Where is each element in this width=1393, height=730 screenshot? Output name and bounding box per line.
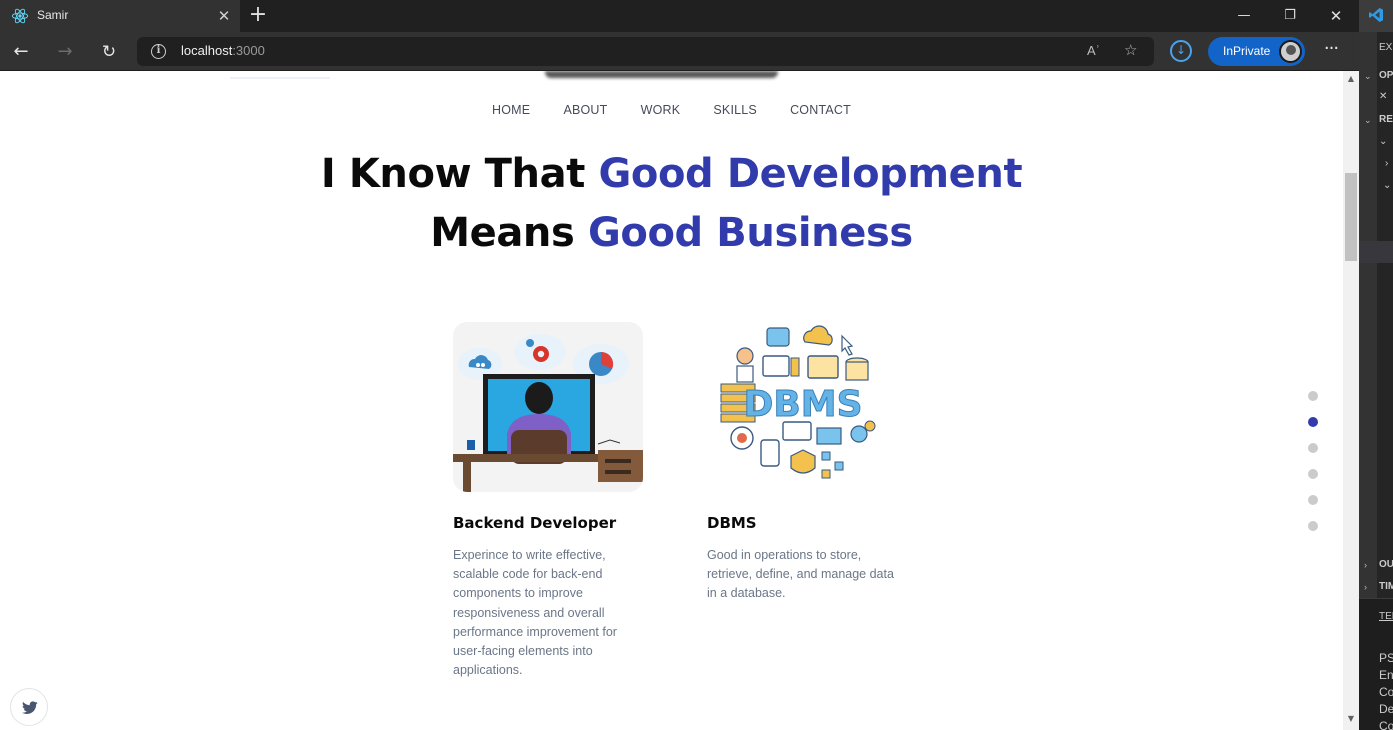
nav-about[interactable]: ABOUT	[563, 103, 607, 117]
site-info-icon[interactable]: i	[151, 44, 166, 59]
chevron-down-icon[interactable]: ⌄	[1364, 71, 1372, 82]
card-title: DBMS	[707, 514, 757, 532]
vscode-timeline[interactable]: TIMELINE	[1379, 581, 1393, 592]
headline-part1: I Know That	[320, 151, 599, 197]
skill-card-backend: Backend Developer Experince to write eff…	[453, 322, 643, 680]
close-tab-icon[interactable]: ✕	[214, 6, 234, 26]
nav-contact[interactable]: CONTACT	[790, 103, 851, 117]
main-nav: HOME ABOUT WORK SKILLS CONTACT	[0, 99, 1343, 118]
chevron-down-icon[interactable]: ⌄	[1383, 180, 1391, 191]
chevron-right-icon[interactable]: ›	[1364, 582, 1367, 592]
url-host: localhost	[181, 43, 233, 58]
forward-icon[interactable]: →	[51, 38, 79, 66]
vscode-selected-row	[1359, 241, 1393, 263]
close-window-icon[interactable]: ✕	[1313, 0, 1359, 32]
section-dot-testimonials[interactable]	[1308, 495, 1318, 505]
url-port: :3000	[232, 43, 265, 58]
headline-highlight-1: Good Development	[598, 151, 1023, 197]
back-icon[interactable]: ←	[7, 38, 35, 66]
tab-title: Samir	[37, 8, 69, 22]
headline-highlight-2: Good Business	[587, 210, 913, 256]
dbms-image: DBMS	[707, 322, 897, 492]
chevron-right-icon[interactable]: ›	[1364, 560, 1367, 570]
vscode-explorer-title: EXPLORER	[1379, 42, 1393, 53]
vscode-project-folder[interactable]: REACT	[1379, 114, 1393, 125]
header-shadow	[545, 71, 778, 78]
download-icon[interactable]: ↓	[1170, 40, 1192, 62]
url-input[interactable]: i localhost:3000 Aʾ ☆	[137, 37, 1154, 66]
section-dot-skills[interactable]	[1308, 469, 1318, 479]
terminal-line: Co	[1379, 719, 1393, 730]
scroll-down-icon[interactable]: ▼	[1346, 714, 1356, 723]
inprivate-button[interactable]: InPrivate	[1208, 37, 1305, 66]
page-scrollbar[interactable]: ▲ ▼	[1343, 71, 1359, 730]
read-aloud-icon[interactable]: Aʾ	[1087, 43, 1100, 58]
browser-tab[interactable]: Samir ✕	[0, 0, 240, 32]
minimize-icon[interactable]: —	[1221, 0, 1267, 32]
terminal-line: De	[1379, 702, 1393, 716]
chevron-right-icon[interactable]: ›	[1385, 158, 1388, 169]
more-options-icon[interactable]: ···	[1318, 38, 1344, 64]
page-headline: I Know That Good Development Means Good …	[0, 145, 1343, 263]
refresh-icon[interactable]: ↻	[95, 38, 123, 66]
inprivate-label: InPrivate	[1223, 44, 1271, 58]
decorative-line	[230, 77, 330, 79]
section-dot-about[interactable]	[1308, 417, 1318, 427]
url-text: localhost:3000	[181, 43, 265, 58]
chevron-down-icon[interactable]: ⌄	[1364, 115, 1372, 126]
twitter-icon	[22, 701, 38, 714]
close-icon[interactable]: ✕	[1379, 91, 1387, 102]
terminal-line: PS	[1379, 651, 1393, 665]
headline-part2: Means	[430, 210, 588, 256]
nav-work[interactable]: WORK	[641, 103, 681, 117]
vscode-logo-icon	[1369, 8, 1383, 22]
vscode-terminal-panel: TERMINAL PS En Co De Co	[1359, 598, 1393, 730]
vscode-terminal-tab[interactable]: TERMINAL	[1379, 611, 1393, 622]
section-dot-contact[interactable]	[1308, 521, 1318, 531]
card-description: Experince to write effective, scalable c…	[453, 548, 617, 678]
skill-card-dbms: DBMS DBMS Good in operations to store, r…	[707, 322, 897, 604]
vscode-titlebar	[1359, 0, 1393, 32]
address-bar-row: ← → ↻ i localhost:3000 Aʾ ☆ ↓ InPrivate …	[0, 32, 1359, 71]
section-dots	[1308, 391, 1318, 547]
restore-icon[interactable]: ❐	[1267, 0, 1313, 32]
terminal-line: En	[1379, 668, 1393, 682]
terminal-line: Co	[1379, 685, 1393, 699]
scrollbar-thumb[interactable]	[1345, 173, 1357, 261]
browser-tab-bar: Samir ✕ + — ❐ ✕	[0, 0, 1359, 32]
chevron-down-icon[interactable]: ⌄	[1379, 136, 1387, 147]
scroll-up-icon[interactable]: ▲	[1346, 74, 1356, 83]
nav-skills[interactable]: SKILLS	[713, 103, 757, 117]
section-dot-home[interactable]	[1308, 391, 1318, 401]
avatar	[1279, 40, 1302, 63]
page-viewport: HOME ABOUT WORK SKILLS CONTACT I Know Th…	[0, 71, 1343, 730]
add-favorite-icon[interactable]: ☆	[1124, 41, 1137, 59]
vscode-open-editors[interactable]: OPEN EDITORS	[1379, 70, 1393, 81]
section-dot-work[interactable]	[1308, 443, 1318, 453]
dbms-image-text: DBMS	[743, 384, 862, 425]
react-icon	[11, 8, 29, 24]
backend-developer-image	[453, 322, 643, 492]
vscode-outline[interactable]: OUTLINE	[1379, 559, 1393, 570]
card-title: Backend Developer	[453, 514, 617, 532]
nav-home[interactable]: HOME	[492, 103, 530, 117]
new-tab-icon[interactable]: +	[247, 4, 269, 28]
card-description: Good in operations to store, retrieve, d…	[707, 548, 894, 601]
vscode-window-strip: EXPLORER ⌄ OPEN EDITORS ✕ ⌄ REACT ⌄ › ⌄ …	[1359, 0, 1393, 730]
twitter-button[interactable]	[10, 688, 48, 726]
